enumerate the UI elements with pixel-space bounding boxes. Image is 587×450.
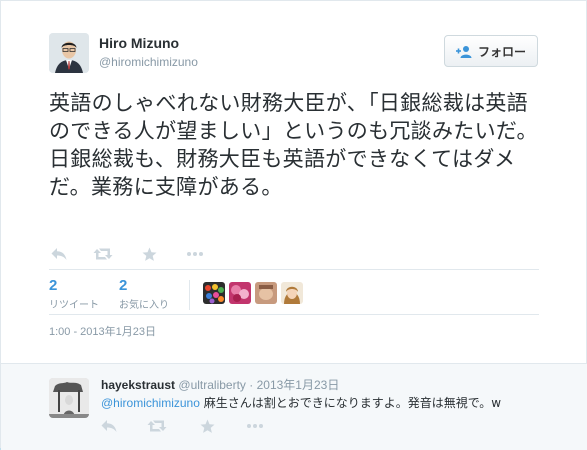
favoriter-avatar[interactable] [281,282,303,304]
more-dots-icon[interactable] [185,244,205,264]
reply-header: hayekstraust @ultraliberty · 2013年1月23日 [101,376,339,393]
stats-separator [189,280,190,310]
favorite-label: お気に入り [119,300,169,311]
retweet-icon[interactable] [93,244,113,264]
author-name[interactable]: Hiro Mizuno [99,35,299,51]
stats-top-divider [49,269,539,270]
favoriter-avatar[interactable] [203,282,225,304]
retweet-label: リツイート [49,300,99,311]
favorite-count: 2 [119,277,128,294]
reply-more-dots-icon[interactable] [245,416,265,436]
tweet-card: Hiro Mizuno @hiromichimizuno フォロー 英語のしゃべ… [0,0,587,450]
tweet-text: 英語のしゃべれない財務大臣が、「日銀総裁は英語のできる人が望ましい」というのも冗… [49,91,538,199]
follow-person-icon [455,45,472,58]
reply-author-avatar[interactable] [49,378,89,418]
favorite-star-icon[interactable] [139,244,159,264]
reply-text: @hiromichimizuno 麻生さんは割とおできになりますよ。発音は無視で… [101,394,501,411]
follow-button[interactable]: フォロー [444,35,538,67]
reply-retweet-icon[interactable] [147,416,167,436]
reply-separator: · [245,378,257,392]
stats-bottom-divider [49,314,539,315]
reply-icon[interactable] [49,244,69,264]
reply-author-handle[interactable]: @ultraliberty [178,378,246,392]
tweet-timestamp[interactable]: 1:00 - 2013年1月23日 [49,323,156,339]
retweet-stat[interactable]: 2 リツイート [49,277,99,311]
reply-author-name[interactable]: hayekstraust [101,378,175,392]
favoriter-avatar[interactable] [229,282,251,304]
retweet-count: 2 [49,277,58,294]
favoriter-avatar[interactable] [255,282,277,304]
reply-item: hayekstraust @ultraliberty · 2013年1月23日 … [1,363,587,450]
reply-mention-link[interactable]: @hiromichimizuno [101,396,200,410]
author-handle[interactable]: @hiromichimizuno [99,55,299,69]
favorite-stat[interactable]: 2 お気に入り [119,277,169,311]
reply-body: 麻生さんは割とおできになりますよ。発音は無視で。w [199,396,502,410]
author-avatar[interactable] [49,33,89,73]
follow-button-label: フォロー [477,44,526,59]
reply-reply-icon[interactable] [99,416,119,436]
reply-favorite-star-icon[interactable] [197,416,217,436]
reply-date[interactable]: 2013年1月23日 [257,378,340,392]
